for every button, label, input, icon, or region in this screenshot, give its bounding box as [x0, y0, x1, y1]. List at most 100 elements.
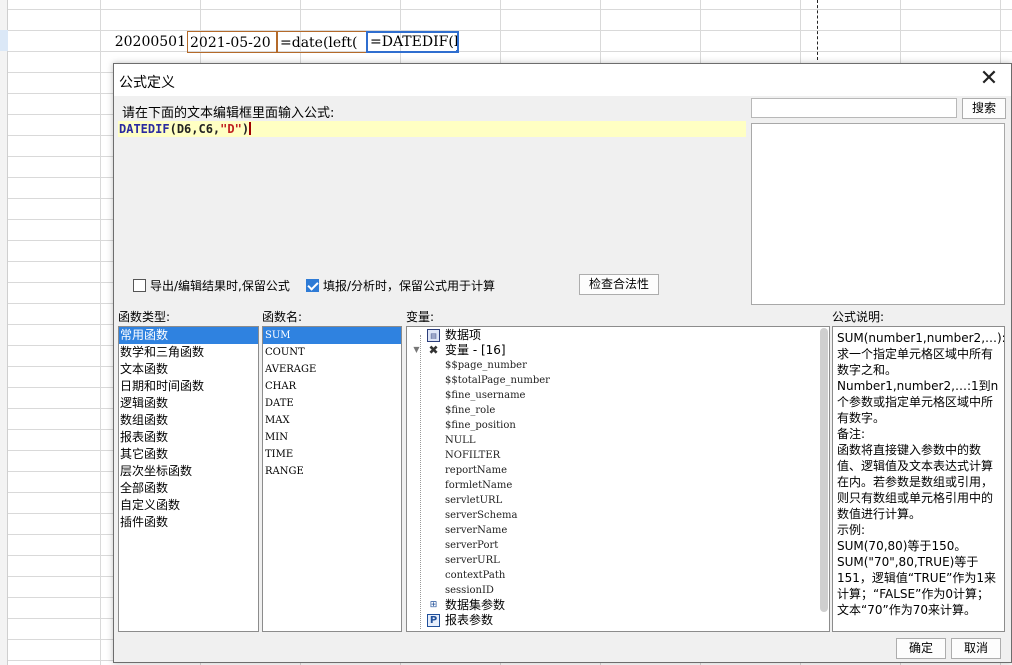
cell-c[interactable]: =date(left( — [277, 31, 367, 53]
func-type-item[interactable]: 数学和三角函数 — [119, 344, 258, 361]
dialog-titlebar: 公式定义 ✕ — [114, 64, 1011, 96]
export-option[interactable]: 导出/编辑结果时,保留公式 — [133, 277, 290, 295]
func-type-item[interactable]: 逻辑函数 — [119, 395, 258, 412]
formula-editor[interactable]: DATEDIF(D6,C6,"D") — [118, 121, 746, 264]
func-type-list[interactable]: 常用函数 数学和三角函数 文本函数 日期和时间函数 逻辑函数 数组函数 报表函数… — [118, 326, 259, 632]
search-button[interactable]: 搜索 — [962, 98, 1006, 119]
export-option-label: 导出/编辑结果时,保留公式 — [150, 279, 290, 293]
validate-button[interactable]: 检查合法性 — [579, 274, 659, 295]
formula-function: DATEDIF — [119, 122, 170, 136]
tree-node-label: 报表参数 — [445, 613, 494, 627]
variable-item[interactable]: sessionID — [407, 583, 829, 598]
func-type-item[interactable]: 插件函数 — [119, 514, 258, 531]
fill-option[interactable]: 填报/分析时，保留公式用于计算 — [306, 277, 495, 295]
fill-checkbox[interactable] — [306, 279, 319, 292]
row-header — [0, 0, 8, 665]
func-type-item[interactable]: 全部函数 — [119, 480, 258, 497]
report-params-icon: P — [427, 614, 440, 627]
variable-name: serverURL — [445, 555, 500, 566]
func-name-item[interactable]: MIN — [263, 429, 401, 446]
export-checkbox[interactable] — [133, 279, 146, 292]
variable-item[interactable]: $fine_username — [407, 388, 829, 403]
tree-node-data-item[interactable]: ▤ 数据项 — [407, 328, 829, 343]
formula-text: DATEDIF(D6,C6,"D") — [119, 122, 252, 136]
fill-handle[interactable] — [456, 50, 457, 51]
page-break-line — [817, 0, 818, 60]
variable-item[interactable]: $$page_number — [407, 358, 829, 373]
table-icon: ▤ — [427, 329, 440, 342]
variable-item[interactable]: NOFILTER — [407, 448, 829, 463]
variable-item[interactable]: serverSchema — [407, 508, 829, 523]
tree-scrollbar[interactable] — [820, 328, 828, 612]
variable-name: $$page_number — [445, 360, 527, 371]
func-name-label: 函数名: — [262, 310, 303, 324]
func-name-item[interactable]: CHAR — [263, 378, 401, 395]
func-name-item[interactable]: COUNT — [263, 344, 401, 361]
func-type-item[interactable]: 常用函数 — [119, 327, 258, 344]
description-line: Number1,number2,…:1到n个参数或指定单元格区域中所有数字。 — [837, 379, 999, 425]
description-line: SUM(70,80)等于150。 — [837, 539, 967, 553]
func-name-item[interactable]: RANGE — [263, 463, 401, 480]
func-type-item[interactable]: 数组函数 — [119, 412, 258, 429]
description-line: 备注: — [837, 427, 866, 441]
variables-label: 变量: — [406, 310, 435, 324]
description-line: 示例: — [837, 523, 866, 537]
cell-d-active[interactable]: =DATEDIF(D — [366, 31, 459, 53]
variables-tree[interactable]: ▤ 数据项 ▼ ✖ 变量 - [16] $$page_number $$tota… — [406, 326, 830, 632]
tree-node-label: 变量 - [16] — [445, 343, 506, 357]
variable-item[interactable]: servletURL — [407, 493, 829, 508]
func-type-item[interactable]: 层次坐标函数 — [119, 463, 258, 480]
search-input[interactable] — [751, 98, 957, 118]
close-icon[interactable]: ✕ — [977, 68, 1001, 92]
variable-name: contextPath — [445, 570, 506, 581]
variable-name: $fine_position — [445, 420, 516, 431]
variable-item[interactable]: $$totalPage_number — [407, 373, 829, 388]
func-name-item[interactable]: TIME — [263, 446, 401, 463]
variable-item[interactable]: serverURL — [407, 553, 829, 568]
description-line: SUM("70",80,TRUE)等于151，逻辑值“TRUE”作为1来计算；“… — [837, 555, 997, 617]
formula-args: D6,C6, — [176, 122, 221, 136]
formula-open-paren: ( — [169, 122, 177, 136]
variable-item[interactable]: serverName — [407, 523, 829, 538]
variable-name: serverPort — [445, 540, 499, 551]
editor-prompt: 请在下面的文本编辑框里面输入公式: — [122, 106, 335, 121]
variable-item[interactable]: $fine_role — [407, 403, 829, 418]
func-name-item[interactable]: DATE — [263, 395, 401, 412]
ok-button[interactable]: 确定 — [896, 638, 946, 659]
dataset-params-icon: ⊞ — [429, 600, 438, 610]
tree-node-label: 数据集参数 — [445, 598, 506, 612]
func-type-item[interactable]: 报表函数 — [119, 429, 258, 446]
func-type-item[interactable]: 日期和时间函数 — [119, 378, 258, 395]
description-label: 公式说明: — [832, 310, 885, 324]
cell-b[interactable]: 2021-05-20 — [187, 31, 277, 53]
variable-name: $fine_username — [445, 390, 526, 401]
func-name-item[interactable]: SUM — [263, 327, 401, 344]
func-type-item[interactable]: 自定义函数 — [119, 497, 258, 514]
cancel-button[interactable]: 取消 — [951, 638, 1001, 659]
variable-item[interactable]: reportName — [407, 463, 829, 478]
variable-item[interactable]: contextPath — [407, 568, 829, 583]
formula-close-paren: ) — [241, 122, 250, 136]
fill-option-label: 填报/分析时，保留公式用于计算 — [323, 279, 496, 293]
variable-name: sessionID — [445, 585, 494, 596]
variable-item[interactable]: $fine_position — [407, 418, 829, 433]
func-name-list[interactable]: SUM COUNT AVERAGE CHAR DATE MAX MIN TIME… — [262, 326, 402, 632]
func-name-item[interactable]: MAX — [263, 412, 401, 429]
variable-name: $$totalPage_number — [445, 375, 550, 386]
variable-item[interactable]: serverPort — [407, 538, 829, 553]
tree-node-report-params[interactable]: P 报表参数 — [407, 613, 829, 628]
tree-node-label: 数据项 — [445, 328, 482, 342]
variable-name: serverSchema — [445, 510, 518, 521]
tree-node-variables[interactable]: ▼ ✖ 变量 - [16] — [407, 343, 829, 358]
tree-node-dataset-params[interactable]: ⊞ 数据集参数 — [407, 598, 829, 613]
search-results[interactable] — [751, 123, 1005, 305]
variable-name: servletURL — [445, 495, 503, 506]
cell-a[interactable]: 20200501 — [100, 31, 188, 53]
variable-item[interactable]: formletName — [407, 478, 829, 493]
variable-name: $fine_role — [445, 405, 496, 416]
variable-item[interactable]: NULL — [407, 433, 829, 448]
collapse-arrow-icon[interactable]: ▼ — [410, 344, 423, 357]
func-type-item[interactable]: 文本函数 — [119, 361, 258, 378]
func-type-item[interactable]: 其它函数 — [119, 446, 258, 463]
func-name-item[interactable]: AVERAGE — [263, 361, 401, 378]
